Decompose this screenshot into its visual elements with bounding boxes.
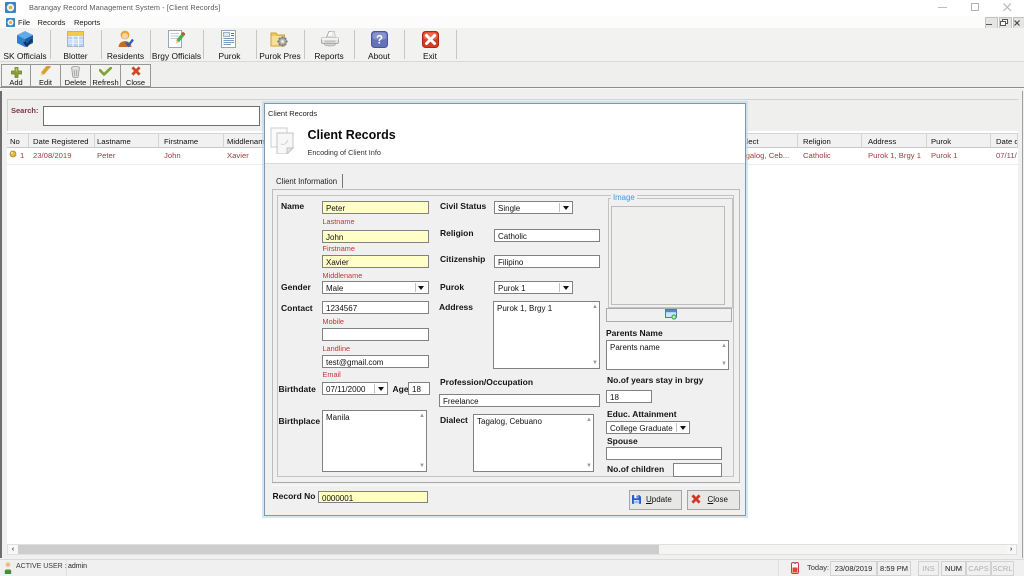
svg-text:?: ? [376,35,383,47]
